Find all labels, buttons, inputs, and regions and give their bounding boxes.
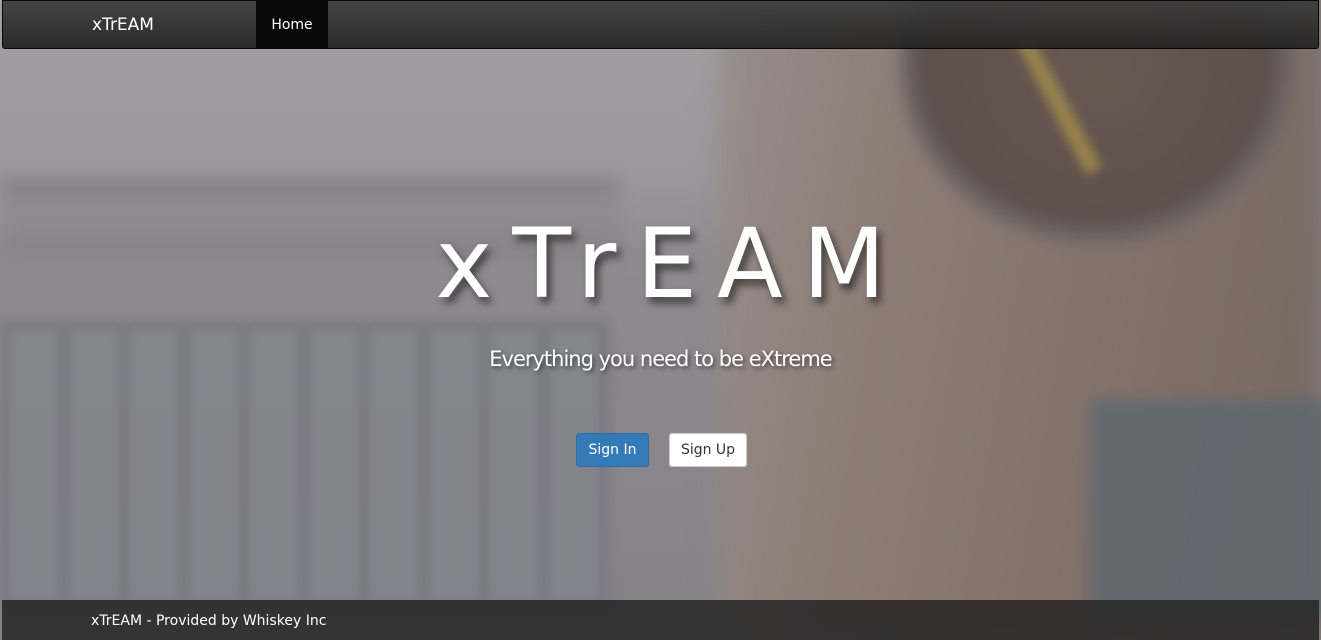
hero-title: xTrEAM: [435, 208, 906, 320]
footer-text: xTrEAM - Provided by Whiskey Inc: [91, 613, 327, 629]
sign-up-button[interactable]: Sign Up: [669, 433, 747, 467]
sign-in-button[interactable]: Sign In: [576, 433, 649, 467]
top-navbar: xTrEAM Home: [2, 0, 1319, 49]
nav-item-home[interactable]: Home: [256, 1, 328, 49]
navbar-brand[interactable]: xTrEAM: [92, 1, 154, 50]
footer: xTrEAM - Provided by Whiskey Inc: [2, 600, 1319, 640]
hero-subtitle: Everything you need to be eXtreme: [489, 347, 832, 371]
page: xTrEAM Home xTrEAM Everything you need t…: [0, 0, 1321, 640]
